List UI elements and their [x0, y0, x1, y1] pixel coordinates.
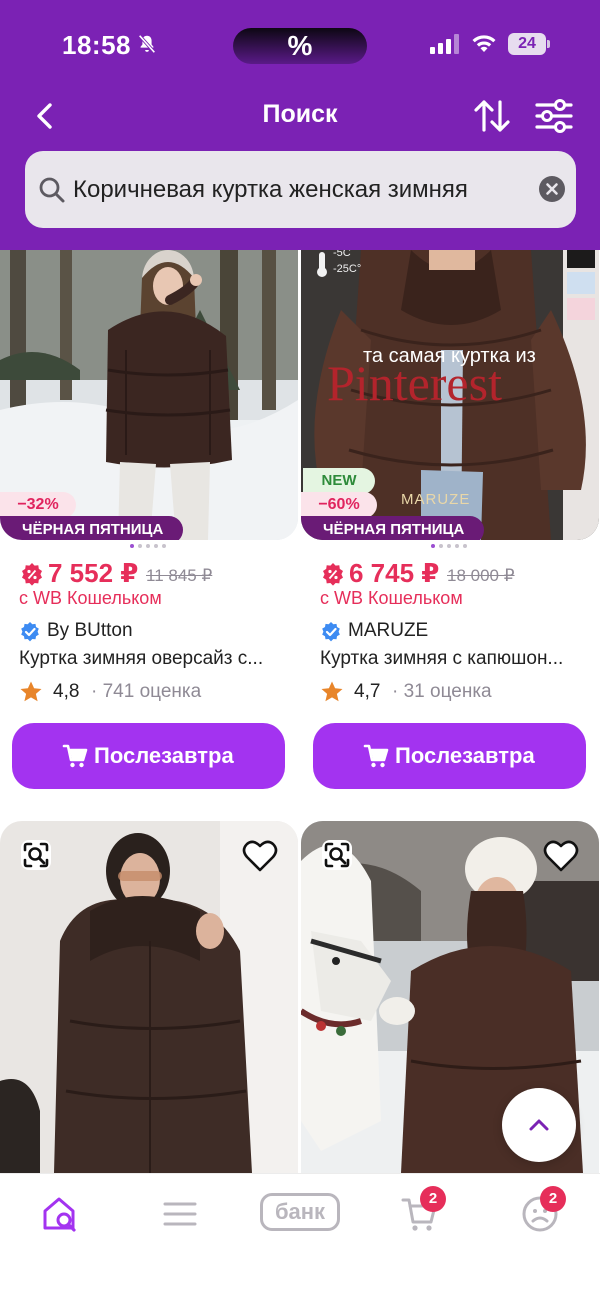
rating-value: 4,8	[53, 681, 80, 702]
status-time: 18:58	[62, 30, 131, 60]
brand-row[interactable]: By BUtton	[19, 620, 289, 646]
bell-muted-icon	[138, 34, 156, 54]
favorite-heart-icon[interactable]	[242, 839, 278, 873]
header-nav: Поиск	[0, 90, 600, 142]
current-price: 7 552 ₽	[48, 558, 139, 588]
cellular-signal-icon	[430, 34, 459, 54]
scroll-to-top-button[interactable]	[502, 1088, 576, 1162]
promo-badge: ЧЁРНАЯ ПЯТНИЦА	[301, 516, 485, 540]
pager-dot	[130, 544, 134, 548]
price-row: 6 745 ₽ 18 000 ₽	[321, 558, 591, 590]
brand-name: MARUZE	[348, 620, 429, 641]
wallet-discount-icon	[22, 563, 42, 586]
current-price: 6 745 ₽	[349, 558, 440, 588]
nav-bank[interactable]: банк	[260, 1193, 340, 1231]
old-price: 18 000 ₽	[447, 566, 515, 585]
bank-label: банк	[274, 1199, 326, 1224]
rating-row: 4,8 · 741 оценка	[19, 680, 289, 706]
product-photo[interactable]	[0, 821, 298, 1173]
star-icon	[20, 681, 42, 702]
rating-row: 4,7 · 31 оценка	[320, 680, 590, 706]
product-title[interactable]: Куртка зимняя с капюшон...	[320, 648, 588, 670]
home-search-icon	[43, 1197, 76, 1232]
review-count: · 741 оценка	[91, 681, 202, 702]
image-caption-big: Pinterest	[327, 355, 502, 411]
image-logo: MARUZE	[401, 491, 470, 508]
rating-value: 4,7	[354, 681, 381, 702]
product-card[interactable]: -5C -25C° та самая куртка из Pinterest M…	[301, 250, 599, 810]
menu-icon	[163, 1202, 197, 1226]
battery-indicator: 24	[508, 33, 550, 55]
discount-badge: −60%	[301, 492, 377, 518]
clear-search-button[interactable]	[539, 176, 565, 202]
brand-row[interactable]: MARUZE	[320, 620, 590, 646]
profile-count-badge: 2	[540, 1186, 566, 1212]
pager-dot	[455, 544, 459, 548]
pager-dot	[146, 544, 150, 548]
wallet-discount-icon	[323, 563, 343, 586]
close-icon	[546, 183, 558, 195]
product-grid: −32% ЧЁРНАЯ ПЯТНИЦА 7 552 ₽ 11 845 ₽ с W…	[0, 250, 600, 1173]
verified-icon	[21, 622, 39, 642]
delivery-label: Послезавтра	[395, 743, 535, 768]
add-to-cart-button[interactable]: Послезавтра	[12, 723, 285, 789]
sort-icon[interactable]	[470, 96, 514, 136]
wallet-note: с WB Кошельком	[19, 588, 162, 608]
percent-icon: %	[287, 30, 313, 61]
image-pager	[431, 542, 491, 550]
app-header: 18:58 % 24 Поиск Коричневая куртка женск…	[0, 0, 600, 250]
back-arrow-icon[interactable]	[26, 96, 66, 136]
star-icon	[321, 681, 343, 702]
image-temp-2: -25C°	[333, 263, 361, 275]
delivery-label: Послезавтра	[94, 743, 234, 768]
promo-badge: ЧЁРНАЯ ПЯТНИЦА	[0, 516, 184, 540]
pager-dot	[162, 544, 166, 548]
search-field[interactable]: Коричневая куртка женская зимняя	[25, 151, 576, 228]
cart-icon	[363, 744, 389, 768]
product-title[interactable]: Куртка зимняя оверсайз с...	[19, 648, 287, 670]
review-count: · 31 оценка	[392, 681, 492, 702]
cart-icon	[62, 744, 88, 768]
brand-name: By BUtton	[47, 620, 133, 641]
cart-count-badge: 2	[420, 1186, 446, 1212]
pager-dot	[439, 544, 443, 548]
search-query[interactable]: Коричневая куртка женская зимняя	[73, 151, 468, 228]
discount-badge: −32%	[0, 492, 76, 518]
image-pager	[130, 542, 190, 550]
pager-dot	[447, 544, 451, 548]
price-row: 7 552 ₽ 11 845 ₽	[20, 558, 290, 590]
status-bar: 18:58 % 24	[0, 0, 600, 90]
page-title: Поиск	[262, 100, 338, 128]
battery-tip	[547, 40, 550, 48]
verified-icon	[322, 622, 340, 642]
old-price: 11 845 ₽	[146, 566, 213, 585]
filter-icon[interactable]	[532, 96, 576, 136]
product-photo[interactable]: -5C -25C° та самая куртка из Pinterest M…	[301, 250, 599, 540]
battery-level: 24	[518, 35, 536, 52]
visual-search-icon[interactable]	[18, 837, 54, 873]
product-image	[0, 821, 298, 1173]
image-temp-1: -5C	[333, 250, 351, 259]
product-photo[interactable]: −32% ЧЁРНАЯ ПЯТНИЦА	[0, 250, 298, 540]
visual-search-icon[interactable]	[319, 837, 355, 873]
bottom-navigation: банк 2 2	[0, 1173, 600, 1300]
pager-dot	[138, 544, 142, 548]
new-badge: NEW	[303, 468, 375, 494]
product-card[interactable]: −32% ЧЁРНАЯ ПЯТНИЦА 7 552 ₽ 11 845 ₽ с W…	[0, 250, 298, 810]
pager-dot	[154, 544, 158, 548]
pager-dot	[431, 544, 435, 548]
promo-island[interactable]: %	[233, 28, 367, 64]
add-to-cart-button[interactable]: Послезавтра	[313, 723, 586, 789]
wallet-note: с WB Кошельком	[320, 588, 463, 608]
favorite-heart-icon[interactable]	[543, 839, 579, 873]
chevron-up-icon	[529, 1119, 549, 1131]
pager-dot	[463, 544, 467, 548]
nav-home[interactable]	[30, 1190, 90, 1238]
search-icon	[39, 177, 65, 203]
nav-catalog[interactable]	[150, 1190, 210, 1238]
wifi-icon	[472, 35, 496, 52]
product-card[interactable]	[0, 821, 298, 1173]
